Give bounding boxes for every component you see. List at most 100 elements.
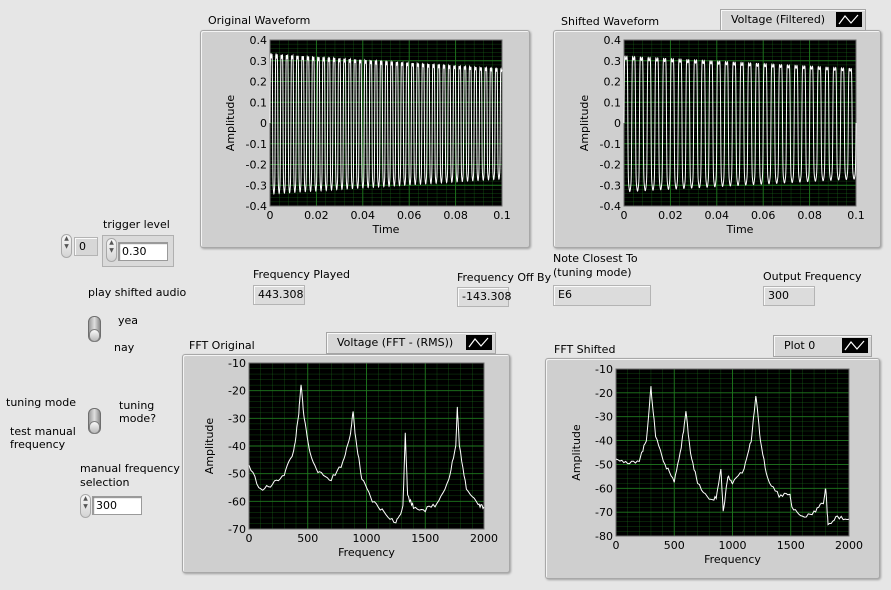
y-axis-label: Amplitude — [578, 95, 591, 152]
x-tick-label: 0.1 — [493, 209, 511, 222]
y-tick-label: 0.4 — [604, 34, 622, 47]
x-axis-label: Time — [726, 223, 754, 236]
y-tick-label: 0.4 — [250, 34, 268, 47]
output-frequency-value: 300 — [763, 286, 815, 306]
x-tick-label: 0.08 — [443, 209, 468, 222]
line-plot-icon — [842, 338, 868, 353]
x-tick-label: 0.02 — [304, 209, 329, 222]
x-tick-label: 1000 — [719, 539, 747, 552]
shifted-legend-label: Voltage (Filtered) — [731, 13, 826, 26]
y-tick-label: -0.1 — [246, 138, 267, 151]
y-tick-label: -0.4 — [600, 200, 621, 213]
x-tick-label: 0 — [621, 209, 628, 222]
line-plot-icon — [836, 12, 862, 27]
output-frequency-label: Output Frequency — [763, 270, 862, 283]
x-tick-label: 2000 — [470, 532, 498, 545]
y-tick-label: 0.1 — [250, 96, 268, 109]
y-tick-label: -40 — [228, 440, 246, 453]
y-tick-label: -70 — [228, 523, 246, 536]
y-tick-label: 0.3 — [604, 55, 622, 68]
manual-frequency-input[interactable]: 300 — [92, 496, 142, 515]
y-axis-label: Amplitude — [570, 424, 583, 481]
fft-shifted-legend-label: Plot 0 — [784, 339, 816, 352]
y-tick-label: -0.2 — [600, 159, 621, 172]
x-tick-label: 1500 — [777, 539, 805, 552]
x-tick-label: 500 — [297, 532, 318, 545]
x-tick-label: 0.08 — [797, 209, 822, 222]
x-axis-label: Frequency — [338, 546, 395, 559]
x-tick-label: 1000 — [353, 532, 381, 545]
y-tick-label: -0.3 — [600, 179, 621, 192]
fft-original-legend[interactable]: Voltage (FFT - (RMS)) — [326, 332, 496, 354]
y-tick-label: -40 — [595, 435, 613, 448]
trigger-index-field[interactable]: 0 — [74, 237, 98, 256]
tuning-mode-toggle[interactable] — [88, 408, 101, 434]
play-shifted-audio-toggle[interactable] — [88, 316, 101, 342]
trigger-index-spinner[interactable]: ▲ ▼ — [61, 234, 72, 258]
x-tick-label: 0 — [613, 539, 620, 552]
x-tick-label: 0.1 — [847, 209, 865, 222]
test-manual-frequency-label: test manual frequency — [10, 425, 76, 451]
x-tick-label: 0.04 — [351, 209, 376, 222]
y-tick-label: -10 — [228, 357, 246, 370]
x-tick-label: 2000 — [835, 539, 863, 552]
y-tick-label: -60 — [595, 482, 613, 495]
frequency-off-by-value: -143.308 — [457, 287, 511, 307]
y-tick-label: -0.1 — [600, 138, 621, 151]
note-closest-value: E6 — [553, 285, 651, 306]
manual-frequency-selection-label: manual frequency selection — [80, 462, 180, 489]
x-tick-label: 500 — [664, 539, 685, 552]
trigger-level-label: trigger level — [103, 218, 170, 231]
y-tick-label: 0.1 — [604, 96, 622, 109]
shifted-waveform-legend[interactable]: Voltage (Filtered) — [720, 9, 866, 31]
y-tick-label: -30 — [228, 412, 246, 425]
frequency-off-by-label: Frequency Off By — [457, 271, 552, 284]
fft-shifted-title: FFT Shifted — [554, 343, 616, 356]
y-tick-label: 0 — [614, 117, 621, 130]
manual-frequency-spinner[interactable]: ▲ ▼ — [80, 494, 91, 518]
trigger-level-input[interactable]: 0.30 — [118, 242, 168, 261]
x-tick-label: 0 — [267, 209, 274, 222]
fft-shifted-legend[interactable]: Plot 0 — [773, 335, 872, 357]
play-shifted-audio-label: play shifted audio — [88, 286, 187, 299]
x-tick-label: 1500 — [411, 532, 439, 545]
y-tick-label: 0 — [260, 117, 267, 130]
y-axis-label: Amplitude — [224, 95, 237, 152]
fft-shifted-chart[interactable]: 0 500 1000 1500 2000 -80 -70 -60 -50 -40 -30 -20 -10… — [545, 358, 878, 577]
x-tick-label: 0.02 — [658, 209, 683, 222]
y-tick-label: -30 — [595, 411, 613, 424]
fft-original-legend-label: Voltage (FFT - (RMS)) — [337, 336, 454, 349]
y-tick-label: -50 — [228, 468, 246, 481]
y-tick-label: -0.3 — [246, 179, 267, 192]
y-tick-label: -50 — [595, 458, 613, 471]
y-tick-label: -0.4 — [246, 200, 267, 213]
y-tick-label: 0.2 — [250, 76, 268, 89]
y-tick-label: -10 — [595, 363, 613, 376]
line-plot-icon — [466, 335, 492, 350]
y-tick-label: -20 — [228, 385, 246, 398]
x-tick-label: 0.04 — [705, 209, 730, 222]
x-tick-label: 0 — [246, 532, 253, 545]
x-axis-label: Frequency — [704, 553, 761, 566]
shifted-waveform-chart[interactable]: 0 0.02 0.04 0.06 0.08 0.1 -0.4 -0.3 -0.2 -0.1 0 0.1… — [553, 30, 879, 246]
fft-original-title: FFT Original — [189, 339, 255, 352]
original-waveform-title: Original Waveform — [208, 14, 311, 27]
tuning-mode-question-label: tuning mode? — [119, 399, 157, 425]
fft-original-chart[interactable]: 0 500 1000 1500 2000 -70 -60 -50 -40 -30 -20 -10 Fre… — [182, 354, 508, 571]
y-tick-label: -70 — [595, 506, 613, 519]
frequency-played-label: Frequency Played — [253, 268, 351, 281]
y-axis-label: Amplitude — [203, 418, 216, 475]
y-tick-label: -60 — [228, 495, 246, 508]
tuning-mode-label: tuning mode — [6, 396, 76, 409]
x-axis-label: Time — [372, 223, 400, 236]
y-tick-label: -80 — [595, 530, 613, 543]
frequency-played-value: 443.308 — [253, 285, 305, 305]
original-waveform-chart[interactable]: 0 0.02 0.04 0.06 0.08 0.1 -0.4 -0.3 -0.2 -0.1 0 0.1… — [200, 30, 528, 246]
y-tick-label: 0.2 — [604, 76, 622, 89]
yea-label: yea — [118, 314, 139, 327]
note-closest-label: Note Closest To (tuning mode) — [553, 252, 638, 279]
x-tick-label: 0.06 — [751, 209, 776, 222]
x-tick-label: 0.06 — [397, 209, 422, 222]
trigger-level-spinner[interactable]: ▲ ▼ — [106, 238, 117, 262]
shifted-waveform-title: Shifted Waveform — [561, 15, 660, 28]
